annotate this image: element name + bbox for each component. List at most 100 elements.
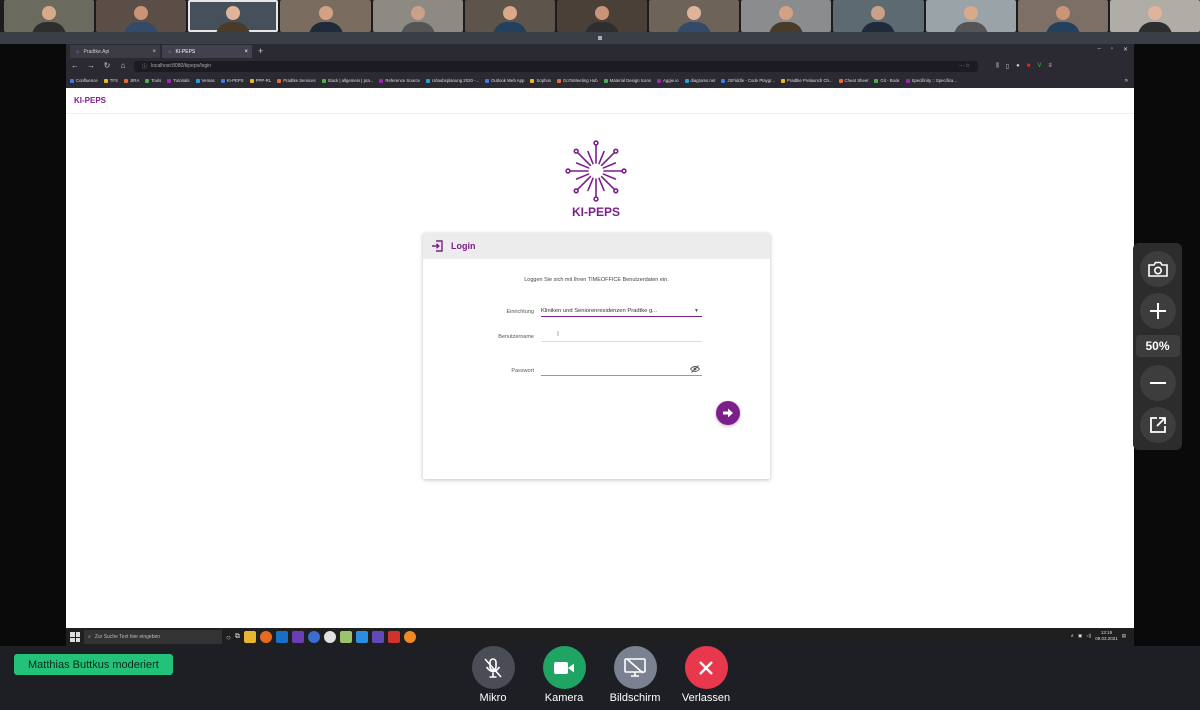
sidebar-icon[interactable]: ▯ [1006, 63, 1009, 70]
account-icon[interactable]: ● [1016, 63, 1020, 70]
vscode-icon[interactable] [355, 631, 368, 643]
bookmark-label: Tutorials [173, 78, 190, 83]
reload-icon[interactable]: ↻ [102, 61, 112, 71]
extension-icon[interactable]: ■ [1027, 63, 1031, 70]
close-tab-icon[interactable]: × [152, 49, 156, 55]
participant-video-tile[interactable] [1017, 0, 1108, 32]
participant-video-tile[interactable] [96, 0, 187, 32]
leave-control[interactable]: Verlassen [671, 646, 741, 704]
einrichtung-select[interactable]: Kliniken und Seniorenresidenzen Pradtke … [541, 305, 702, 317]
bookmark-item[interactable]: Slack | allgemein | pra... [321, 78, 373, 83]
password-input[interactable] [541, 364, 702, 376]
taskbar-search[interactable]: ⌕ Zur Suche Text hier eingeben [84, 630, 222, 644]
notepad-icon[interactable] [339, 631, 352, 643]
participant-video-tile[interactable] [741, 0, 832, 32]
bookmark-item[interactable]: PPP-RL [249, 78, 271, 83]
bookmark-item[interactable]: Reference Source [379, 78, 420, 83]
participant-video-tile[interactable] [188, 0, 279, 32]
firefox-icon[interactable] [259, 631, 272, 643]
bookmark-item[interactable]: JIRA [123, 78, 139, 83]
participant-body [124, 22, 159, 32]
notifications-icon[interactable]: ▤ [1122, 633, 1126, 639]
screen-share-button[interactable] [613, 646, 657, 689]
bookmark-item[interactable]: TFS [103, 78, 118, 83]
visual-studio-icon[interactable] [291, 631, 304, 643]
home-icon[interactable]: ⌂ [118, 61, 128, 71]
bookmark-item[interactable]: Sophos [530, 78, 551, 83]
zoom-in-button[interactable] [1139, 293, 1176, 329]
bookmark-item[interactable]: Urlaubsplanung 2020 -... [426, 78, 479, 83]
participant-video-tile[interactable] [925, 0, 1016, 32]
bookmarks-overflow-icon[interactable]: » [1125, 78, 1134, 84]
pdf-icon[interactable] [387, 631, 400, 643]
bookmark-item[interactable]: Aggie.io [657, 78, 679, 83]
taskbar-clock[interactable]: 13:19 09.03.2021 [1095, 630, 1118, 642]
mic-button[interactable] [471, 646, 515, 689]
bookmark-item[interactable]: Outlook Web App [485, 78, 524, 83]
participant-video-tile[interactable] [833, 0, 924, 32]
bookmark-item[interactable]: Confluence [70, 78, 98, 83]
bookmark-item[interactable]: Pradtke Prelaunch Ch... [780, 78, 833, 83]
participant-video-tile[interactable] [464, 0, 555, 32]
page-actions-icon[interactable]: ··· ☆ [959, 63, 970, 69]
screen-control[interactable]: Bildschirm [600, 646, 670, 704]
cortana-icon[interactable]: ○ [226, 633, 231, 642]
toggle-visibility-icon[interactable] [690, 365, 700, 373]
participant-video-tile[interactable] [649, 0, 740, 32]
bookmark-item[interactable]: KI-PEPS [220, 78, 244, 83]
chrome-icon[interactable] [323, 631, 336, 643]
bookmark-item[interactable]: Cheat Sheet [838, 78, 868, 83]
bookmark-item[interactable]: Tools [145, 78, 161, 83]
tray-network-icon[interactable]: ▣ [1078, 633, 1082, 639]
back-icon[interactable]: ← [70, 61, 80, 71]
library-icon[interactable]: ⫼ [996, 63, 999, 70]
windows-start-icon[interactable] [70, 632, 80, 642]
mic-control[interactable]: Mikro [458, 646, 528, 704]
participant-video-tile[interactable] [280, 0, 371, 32]
browser-tab-pradtke-api[interactable]: ⬦ Pradtke.Api × [70, 45, 160, 58]
strip-resize-handle[interactable] [0, 32, 1200, 44]
forward-icon[interactable]: → [86, 61, 96, 71]
username-input[interactable]: I [541, 330, 702, 342]
app-icon[interactable] [307, 631, 320, 643]
leave-button[interactable] [684, 646, 728, 689]
bookmark-item[interactable]: Pradtke.Services [277, 78, 316, 83]
bookmark-item[interactable]: GoToMeeting Hub [557, 78, 598, 83]
close-window-icon[interactable]: ✕ [1123, 46, 1128, 53]
task-view-icon[interactable]: ⧉ [235, 633, 240, 641]
bookmark-item[interactable]: Git - Book [874, 78, 900, 83]
tray-volume-icon[interactable]: ◁) [1086, 633, 1091, 639]
participant-video-tile[interactable] [372, 0, 463, 32]
bookmark-item[interactable]: JSFiddle - Code Playgr... [721, 78, 775, 83]
screenshot-button[interactable] [1139, 251, 1176, 287]
file-explorer-icon[interactable] [243, 631, 256, 643]
browser-tab-ki-peps[interactable]: ⬦ KI-PEPS × [162, 45, 252, 58]
participant-video-tile[interactable] [4, 0, 95, 32]
bookmark-icon [905, 78, 910, 83]
camera-button[interactable] [542, 646, 586, 689]
app-header-title[interactable]: KI-PEPS [74, 96, 106, 105]
app-icon[interactable] [371, 631, 384, 643]
bookmark-item[interactable]: Material Design Icons [603, 78, 651, 83]
close-tab-icon[interactable]: × [244, 49, 248, 55]
maximize-icon[interactable]: ▫ [1111, 46, 1113, 53]
participant-video-tile[interactable] [1109, 0, 1200, 32]
participant-head [779, 6, 794, 20]
zoom-out-button[interactable] [1139, 365, 1176, 401]
new-tab-icon[interactable]: + [254, 45, 263, 58]
app-icon[interactable] [403, 631, 416, 643]
login-submit-button[interactable] [716, 401, 740, 425]
bookmark-item[interactable]: Specifinity :: Specifica... [905, 78, 957, 83]
minimize-icon[interactable]: – [1097, 46, 1100, 53]
url-bar[interactable]: ⓘ localhost:8080/kipeps/login ··· ☆ [134, 60, 978, 72]
camera-control[interactable]: Kamera [529, 646, 599, 704]
bookmark-item[interactable]: diagrams.net [684, 78, 715, 83]
tray-up-icon[interactable]: ∧ [1071, 633, 1074, 639]
open-external-button[interactable] [1139, 407, 1176, 443]
outlook-icon[interactable] [275, 631, 288, 643]
bookmark-item[interactable]: Tutorials [167, 78, 190, 83]
bookmark-item[interactable]: Vemas [195, 78, 215, 83]
extension-v-icon[interactable]: V [1037, 63, 1041, 70]
menu-icon[interactable]: ≡ [1048, 63, 1052, 70]
participant-video-tile[interactable] [556, 0, 648, 32]
